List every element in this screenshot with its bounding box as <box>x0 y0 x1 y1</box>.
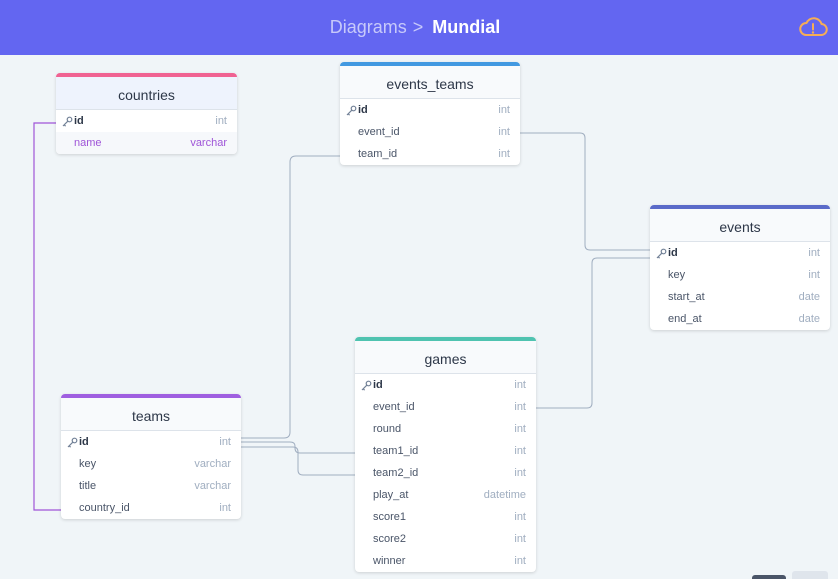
table-teams[interactable]: teams id int key varchar title varchar c… <box>61 394 241 519</box>
table-column-row[interactable]: team2_id int <box>355 462 536 484</box>
link-events-teams-team-teams-id <box>241 155 340 439</box>
column-name: id <box>79 436 89 448</box>
key-icon <box>67 437 79 448</box>
column-type: int <box>514 555 526 567</box>
zoom-control-button[interactable] <box>752 575 786 579</box>
column-name: name <box>74 137 102 149</box>
column-name: team1_id <box>373 445 419 457</box>
column-name: id <box>668 247 678 259</box>
table-column-row[interactable]: team_id int <box>340 143 520 165</box>
column-type: int <box>808 269 820 281</box>
column-type: int <box>514 379 526 391</box>
column-type: datetime <box>483 489 526 501</box>
column-type: int <box>514 467 526 479</box>
column-name: title <box>79 480 97 492</box>
table-header[interactable]: games <box>355 337 536 374</box>
table-countries[interactable]: countries id int name varchar <box>56 73 237 154</box>
table-column-row[interactable]: play_at datetime <box>355 484 536 506</box>
link-teams-country-countries-id <box>33 122 61 511</box>
table-column-row[interactable]: round int <box>355 418 536 440</box>
table-column-row[interactable]: id int <box>355 374 536 396</box>
column-type: int <box>498 104 510 116</box>
link-events-teams-event-events-id <box>520 132 650 251</box>
table-events[interactable]: events id int key int start_at date end_… <box>650 205 830 330</box>
table-events-teams[interactable]: events_teams id int event_id int team_id… <box>340 62 520 165</box>
column-type: int <box>219 436 231 448</box>
table-column-row[interactable]: winner int <box>355 550 536 572</box>
column-name: start_at <box>668 291 705 303</box>
key-icon <box>346 105 358 116</box>
column-type: int <box>219 502 231 514</box>
fit-view-button[interactable] <box>792 571 828 579</box>
link-games-team2-teams-id <box>241 446 355 476</box>
column-name: round <box>373 423 402 435</box>
column-type: int <box>514 423 526 435</box>
column-name: event_id <box>373 401 415 413</box>
table-column-row[interactable]: score2 int <box>355 528 536 550</box>
column-type: varchar <box>190 137 227 149</box>
column-name: team_id <box>358 148 398 160</box>
column-name: play_at <box>373 489 409 501</box>
table-column-row[interactable]: event_id int <box>340 121 520 143</box>
table-column-row[interactable]: title varchar <box>61 475 241 497</box>
column-type: varchar <box>194 480 231 492</box>
column-name: score1 <box>373 511 407 523</box>
table-column-row[interactable]: end_at date <box>650 308 830 330</box>
column-name: winner <box>373 555 406 567</box>
table-games[interactable]: games id int event_id int round int team… <box>355 337 536 572</box>
table-column-row[interactable]: country_id int <box>61 497 241 519</box>
column-name: end_at <box>668 313 702 325</box>
column-type: int <box>808 247 820 259</box>
table-column-row[interactable]: name varchar <box>56 132 237 154</box>
column-name: event_id <box>358 126 400 138</box>
column-type: date <box>798 313 820 325</box>
key-icon <box>656 248 668 259</box>
table-header[interactable]: teams <box>61 394 241 431</box>
column-name: key <box>79 458 97 470</box>
table-header[interactable]: events_teams <box>340 62 520 99</box>
table-column-row[interactable]: id int <box>650 242 830 264</box>
table-column-row[interactable]: score1 int <box>355 506 536 528</box>
column-type: int <box>514 401 526 413</box>
column-name: score2 <box>373 533 407 545</box>
table-header[interactable]: events <box>650 205 830 242</box>
table-column-row[interactable]: key varchar <box>61 453 241 475</box>
column-type: varchar <box>194 458 231 470</box>
table-column-row[interactable]: team1_id int <box>355 440 536 462</box>
column-type: int <box>514 533 526 545</box>
column-type: int <box>498 148 510 160</box>
column-type: int <box>215 115 227 127</box>
column-name: id <box>358 104 368 116</box>
table-column-row[interactable]: start_at date <box>650 286 830 308</box>
table-header[interactable]: countries <box>56 73 237 110</box>
table-column-row[interactable]: id int <box>340 99 520 121</box>
column-type: date <box>798 291 820 303</box>
column-name: country_id <box>79 502 130 514</box>
table-column-row[interactable]: id int <box>61 431 241 453</box>
column-name: team2_id <box>373 467 419 479</box>
table-column-row[interactable]: event_id int <box>355 396 536 418</box>
column-type: int <box>498 126 510 138</box>
key-icon <box>361 380 373 391</box>
column-name: id <box>373 379 383 391</box>
key-icon <box>62 116 74 127</box>
link-games-event-events-id <box>536 257 650 409</box>
column-name: key <box>668 269 686 281</box>
column-name: id <box>74 115 84 127</box>
table-column-row[interactable]: id int <box>56 110 237 132</box>
table-column-row[interactable]: key int <box>650 264 830 286</box>
column-type: int <box>514 445 526 457</box>
column-type: int <box>514 511 526 523</box>
